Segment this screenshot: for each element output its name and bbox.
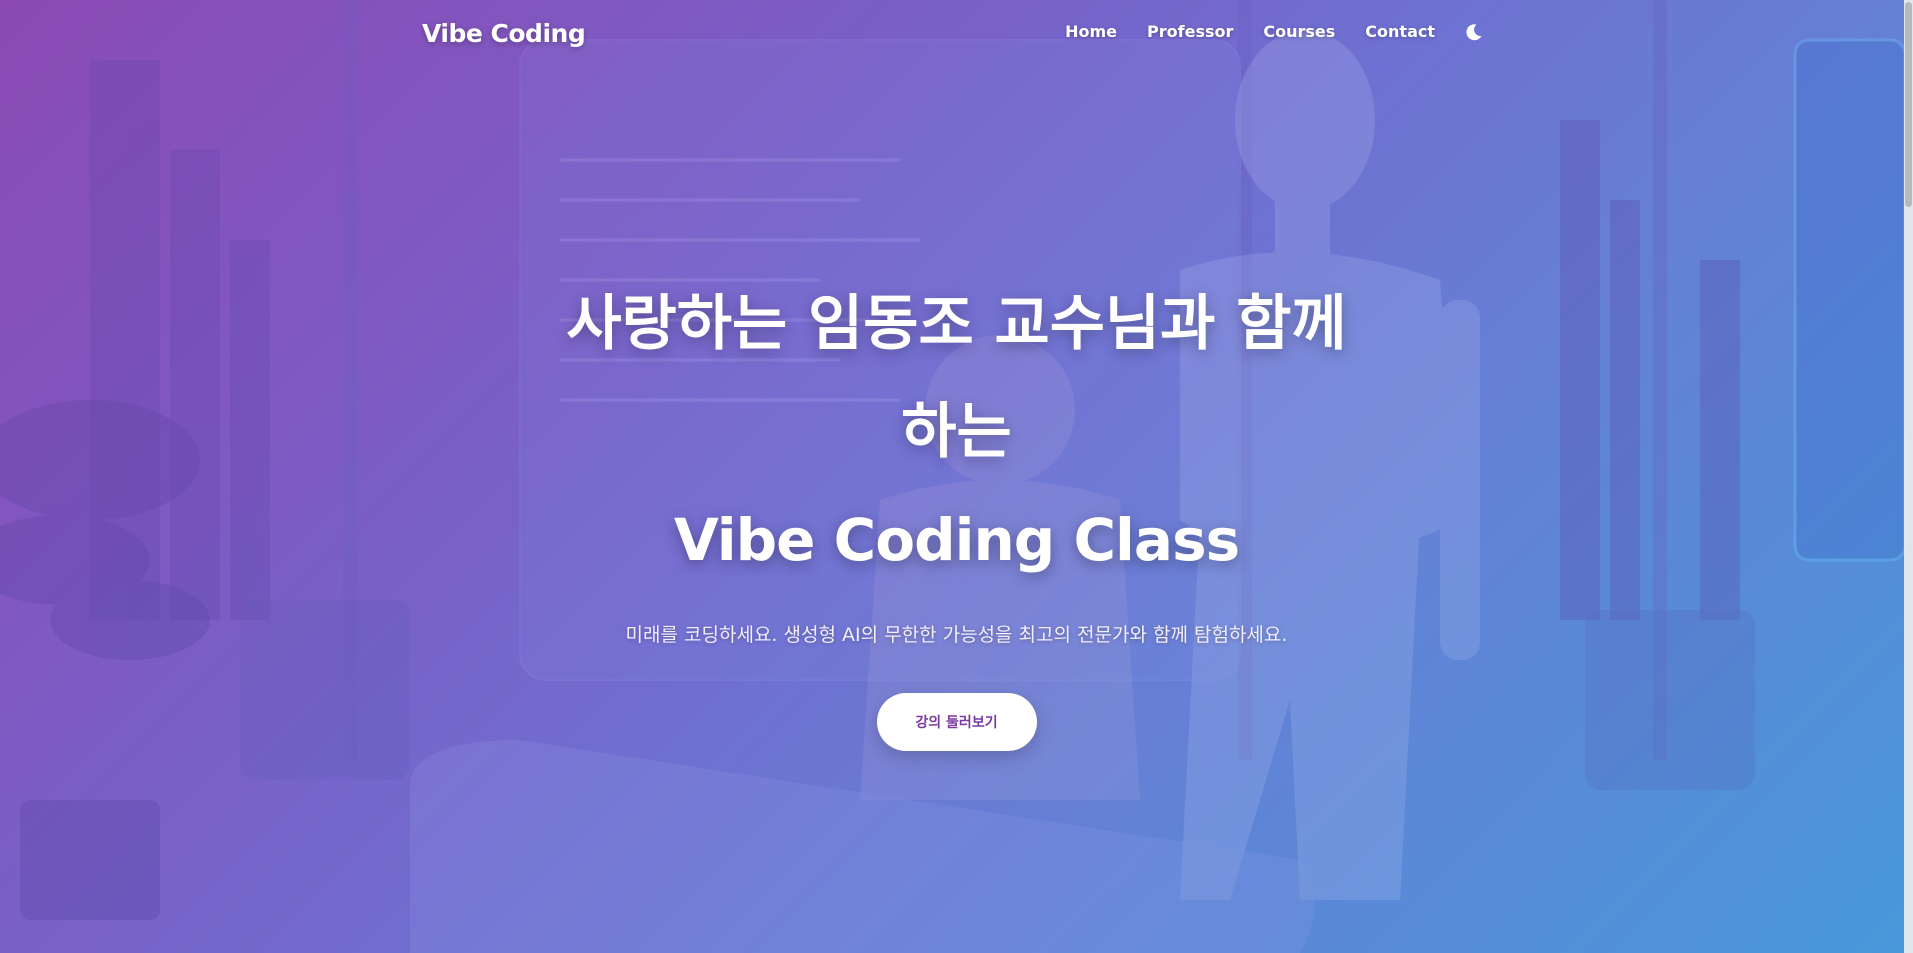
browse-courses-button[interactable]: 강의 둘러보기 bbox=[876, 693, 1037, 751]
moon-icon[interactable] bbox=[1465, 23, 1483, 41]
hero-subtitle: 미래를 코딩하세요. 생성형 AI의 무한한 가능성을 최고의 전문가와 함께 … bbox=[625, 624, 1288, 646]
nav-link-contact[interactable]: Contact bbox=[1365, 22, 1435, 41]
nav-link-professor[interactable]: Professor bbox=[1147, 22, 1233, 41]
brand-logo[interactable]: Vibe Coding bbox=[422, 19, 586, 48]
page-scrollbar[interactable] bbox=[1904, 0, 1913, 953]
nav-link-home[interactable]: Home bbox=[1065, 22, 1117, 41]
hero-content: 사랑하는 임동조 교수님과 함께 하는 Vibe Coding Class 미래… bbox=[0, 270, 1913, 751]
hero-title-english: Vibe Coding Class bbox=[673, 506, 1240, 574]
nav-links: Home Professor Courses Contact bbox=[1065, 22, 1483, 41]
hero-title-korean: 사랑하는 임동조 교수님과 함께 하는 bbox=[566, 289, 1347, 467]
scrollbar-thumb[interactable] bbox=[1905, 2, 1912, 207]
hero-section: Vibe Coding Home Professor Courses Conta… bbox=[0, 0, 1913, 953]
top-navbar: Vibe Coding Home Professor Courses Conta… bbox=[0, 0, 1913, 70]
nav-link-courses[interactable]: Courses bbox=[1263, 22, 1335, 41]
